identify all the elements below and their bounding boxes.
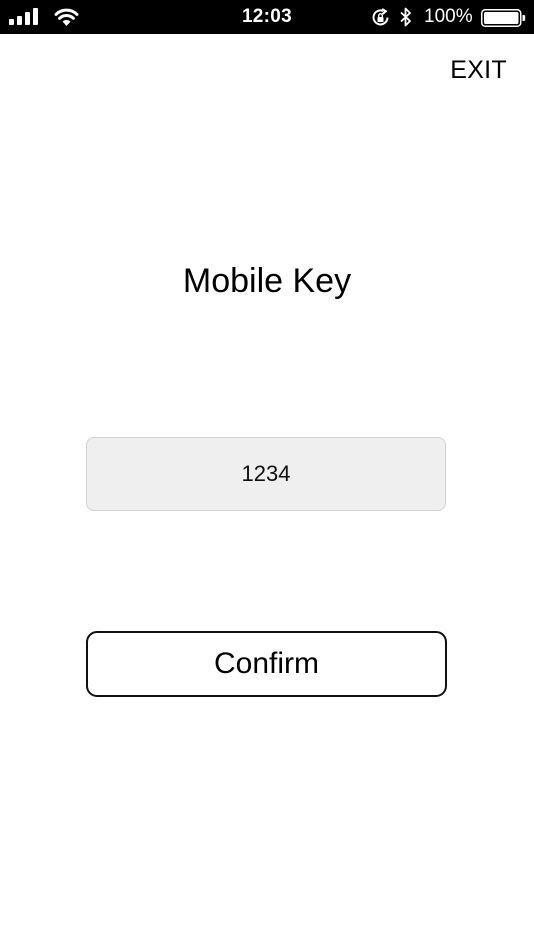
- mobile-key-input[interactable]: [86, 437, 446, 511]
- status-bar: 12:03 100%: [0, 0, 534, 34]
- rotation-lock-icon: [372, 8, 389, 26]
- exit-button[interactable]: EXIT: [450, 56, 507, 85]
- battery-icon: [481, 9, 526, 27]
- confirm-button[interactable]: Confirm: [86, 631, 447, 697]
- page-title: Mobile Key: [182, 262, 352, 300]
- bluetooth-icon: [400, 7, 411, 27]
- battery-percent: 100%: [424, 6, 473, 27]
